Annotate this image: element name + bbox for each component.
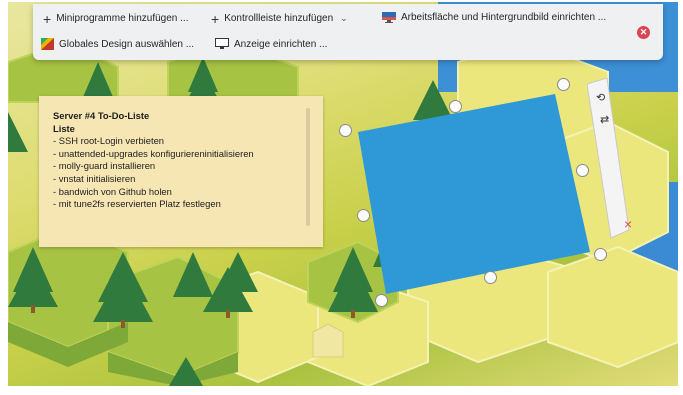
desktop-wallpaper-icon: [382, 12, 396, 23]
remove-icon[interactable]: ×: [624, 217, 632, 231]
resize-handle[interactable]: [594, 248, 607, 261]
sticky-note-widget[interactable]: Server #4 To-Do-Liste Liste - SSH root-L…: [39, 96, 323, 247]
display-config-label: Anzeige einrichten ...: [234, 38, 328, 50]
add-widgets-button[interactable]: + Miniprogramme hinzufügen ...: [43, 10, 189, 27]
note-title: Server #4 To-Do-Liste: [53, 110, 150, 121]
global-theme-button[interactable]: Globales Design auswählen ...: [41, 38, 194, 50]
note-subtitle: Liste: [53, 122, 75, 134]
widget-control-bar: ⟲ ⇄ ×: [587, 78, 632, 240]
close-icon[interactable]: ✕: [637, 26, 650, 39]
add-widgets-label: Miniprogramme hinzufügen ...: [56, 13, 189, 24]
plus-icon: +: [43, 10, 52, 27]
note-item: - vnstat initialisieren: [53, 172, 136, 184]
global-theme-label: Globales Design auswählen ...: [59, 38, 195, 50]
resize-handle[interactable]: [357, 209, 370, 222]
note-content[interactable]: Server #4 To-Do-Liste Liste - SSH root-L…: [53, 110, 254, 211]
note-item: - mit tune2fs reservierten Platz festleg…: [53, 198, 221, 210]
add-panel-label: Kontrollleiste hinzufügen: [224, 13, 334, 24]
note-item: - bandwich von Github holen: [53, 185, 172, 197]
configure-desktop-button[interactable]: Arbeitsfläche und Hintergrundbild einric…: [382, 12, 606, 23]
color-palette-icon: [41, 38, 54, 50]
blue-note-widget[interactable]: [348, 82, 608, 312]
plus-icon: +: [211, 10, 220, 27]
resize-handle[interactable]: [449, 100, 462, 113]
resize-handle[interactable]: [484, 271, 497, 284]
control-bar-background: [587, 78, 629, 239]
chevron-down-icon: ⌄: [340, 13, 348, 23]
resize-handle[interactable]: [375, 294, 388, 307]
monitor-icon: [215, 38, 229, 49]
resize-handle[interactable]: [557, 78, 570, 91]
add-panel-button[interactable]: + Kontrollleiste hinzufügen ⌄: [211, 10, 348, 27]
rotate-icon[interactable]: ⟲: [596, 93, 605, 104]
desktop-edit-toolbar: + Miniprogramme hinzufügen ... + Kontrol…: [33, 4, 663, 60]
note-scrollbar[interactable]: [306, 108, 310, 226]
display-config-button[interactable]: Anzeige einrichten ...: [215, 38, 327, 50]
resize-arrows-icon[interactable]: ⇄: [600, 115, 609, 126]
note-item: - molly-guard installieren: [53, 160, 156, 172]
note-item: - SSH root-Login verbieten: [53, 135, 164, 147]
note-item: - unattended-upgrades konfiguriereniniti…: [53, 147, 254, 159]
resize-handle[interactable]: [339, 124, 352, 137]
configure-desktop-label: Arbeitsfläche und Hintergrundbild einric…: [401, 12, 607, 23]
